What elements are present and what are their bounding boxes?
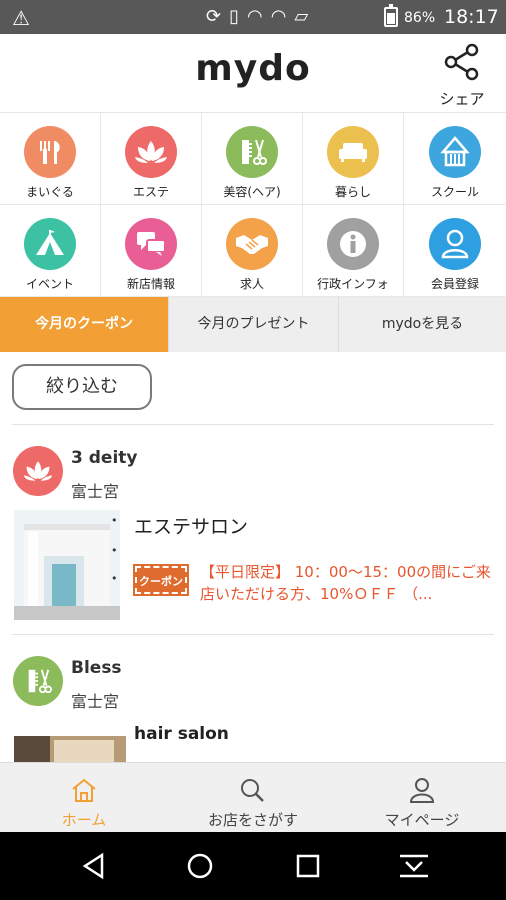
nav-label: お店をさがす [207, 811, 298, 829]
school-icon [429, 126, 481, 178]
filter-button[interactable]: 絞り込む [12, 364, 152, 410]
home-circle-icon[interactable] [186, 852, 214, 880]
shop-thumbnail [14, 736, 126, 762]
shop-thumbnail [14, 510, 120, 620]
sofa-icon [327, 126, 379, 178]
shop-area: 富士宮 [71, 692, 120, 711]
recents-icon[interactable] [294, 852, 322, 880]
category-maiguru[interactable]: まいぐる [0, 113, 101, 205]
share-label: シェア [439, 90, 485, 108]
shop-category: hair salon [134, 724, 229, 744]
category-grid: まいぐる エステ 美容(ヘア) 暮らし スクール イベント 新店情報 求人 行政… [0, 113, 506, 297]
search-icon [241, 779, 264, 802]
nav-label: ホーム [61, 811, 107, 829]
category-new-shops[interactable]: 新店情報 [101, 205, 202, 297]
category-jobs[interactable]: 求人 [202, 205, 303, 297]
category-school[interactable]: スクール [404, 113, 506, 205]
category-member-signup[interactable]: 会員登録 [404, 205, 506, 297]
category-living[interactable]: 暮らし [303, 113, 404, 205]
category-label: 求人 [239, 277, 264, 291]
bottom-navigation: ホーム お店をさがす マイページ [0, 762, 506, 833]
back-icon[interactable] [80, 852, 108, 880]
lotus-icon [13, 446, 63, 496]
shop-card[interactable]: 3 deity 富士宮 • • • エステサロン クーポン 【平日限定】 10：… [0, 432, 506, 632]
shop-name: 3 deity [71, 448, 138, 468]
battery-icon [384, 4, 398, 27]
category-label: まいぐる [26, 185, 74, 199]
decoration-dot: • [111, 572, 118, 585]
category-label: 新店情報 [126, 277, 175, 291]
tent-icon [24, 218, 76, 270]
app-header: mydo シェア [0, 34, 506, 113]
category-label: 暮らし [334, 185, 371, 199]
category-label: 会員登録 [430, 277, 479, 291]
handshake-icon [226, 218, 278, 270]
nav-my-page[interactable]: マイページ [338, 763, 506, 833]
divider [12, 634, 494, 635]
comb-scissors-icon [226, 126, 278, 178]
category-event[interactable]: イベント [0, 205, 101, 297]
decoration-dot: • [111, 544, 118, 557]
chat-icon [125, 218, 177, 270]
home-icon [72, 778, 96, 802]
decoration-dot: • [111, 514, 118, 527]
shop-area: 富士宮 [71, 482, 120, 501]
lotus-icon [125, 126, 177, 178]
download-icon[interactable] [398, 852, 430, 880]
shop-category: エステサロン [134, 516, 249, 538]
nav-label: マイページ [384, 811, 460, 829]
category-esthe[interactable]: エステ [101, 113, 202, 205]
tab-monthly-coupon[interactable]: 今月のクーポン [0, 297, 169, 352]
divider [12, 424, 494, 425]
tab-view-mydo[interactable]: mydoを見る [339, 297, 506, 352]
info-icon [327, 218, 379, 270]
nav-home[interactable]: ホーム [0, 763, 168, 833]
app-logo: mydo [195, 48, 311, 89]
category-label: イベント [25, 277, 74, 291]
warning-icon: ⚠ [12, 6, 30, 30]
shop-name: Bless [71, 658, 122, 678]
shop-card[interactable]: Bless 富士宮 hair salon [0, 642, 506, 762]
content-tabs: 今月のクーポン 今月のプレゼント mydoを見る [0, 297, 506, 352]
category-label: スクール [430, 185, 479, 199]
nav-search-shops[interactable]: お店をさがす [169, 763, 337, 833]
status-icons: ⟳▯◠◠▱ [206, 6, 317, 27]
person-icon [409, 778, 435, 803]
user-icon [429, 218, 481, 270]
category-gov-info[interactable]: 行政インフォ [303, 205, 404, 297]
coupon-description: 【平日限定】 10：00〜15：00の間にご来店いただける方、10%ＯＦＦ （.… [200, 563, 491, 603]
battery-percent: 86% [404, 10, 436, 26]
category-label: エステ [132, 185, 169, 199]
system-navigation-bar [0, 832, 506, 900]
category-hair[interactable]: 美容(ヘア) [202, 113, 303, 205]
category-label: 行政インフォ [317, 277, 389, 291]
clock: 18:17 [444, 6, 499, 28]
fork-knife-icon [24, 126, 76, 178]
category-label: 美容(ヘア) [223, 185, 281, 199]
share-icon [444, 43, 479, 81]
comb-scissors-icon [13, 656, 63, 706]
coupon-badge: クーポン [133, 564, 189, 596]
share-button[interactable]: シェア [434, 42, 490, 109]
status-bar: ⚠ ⟳▯◠◠▱ 86% 18:17 [0, 0, 506, 34]
tab-monthly-present[interactable]: 今月のプレゼント [169, 297, 339, 352]
